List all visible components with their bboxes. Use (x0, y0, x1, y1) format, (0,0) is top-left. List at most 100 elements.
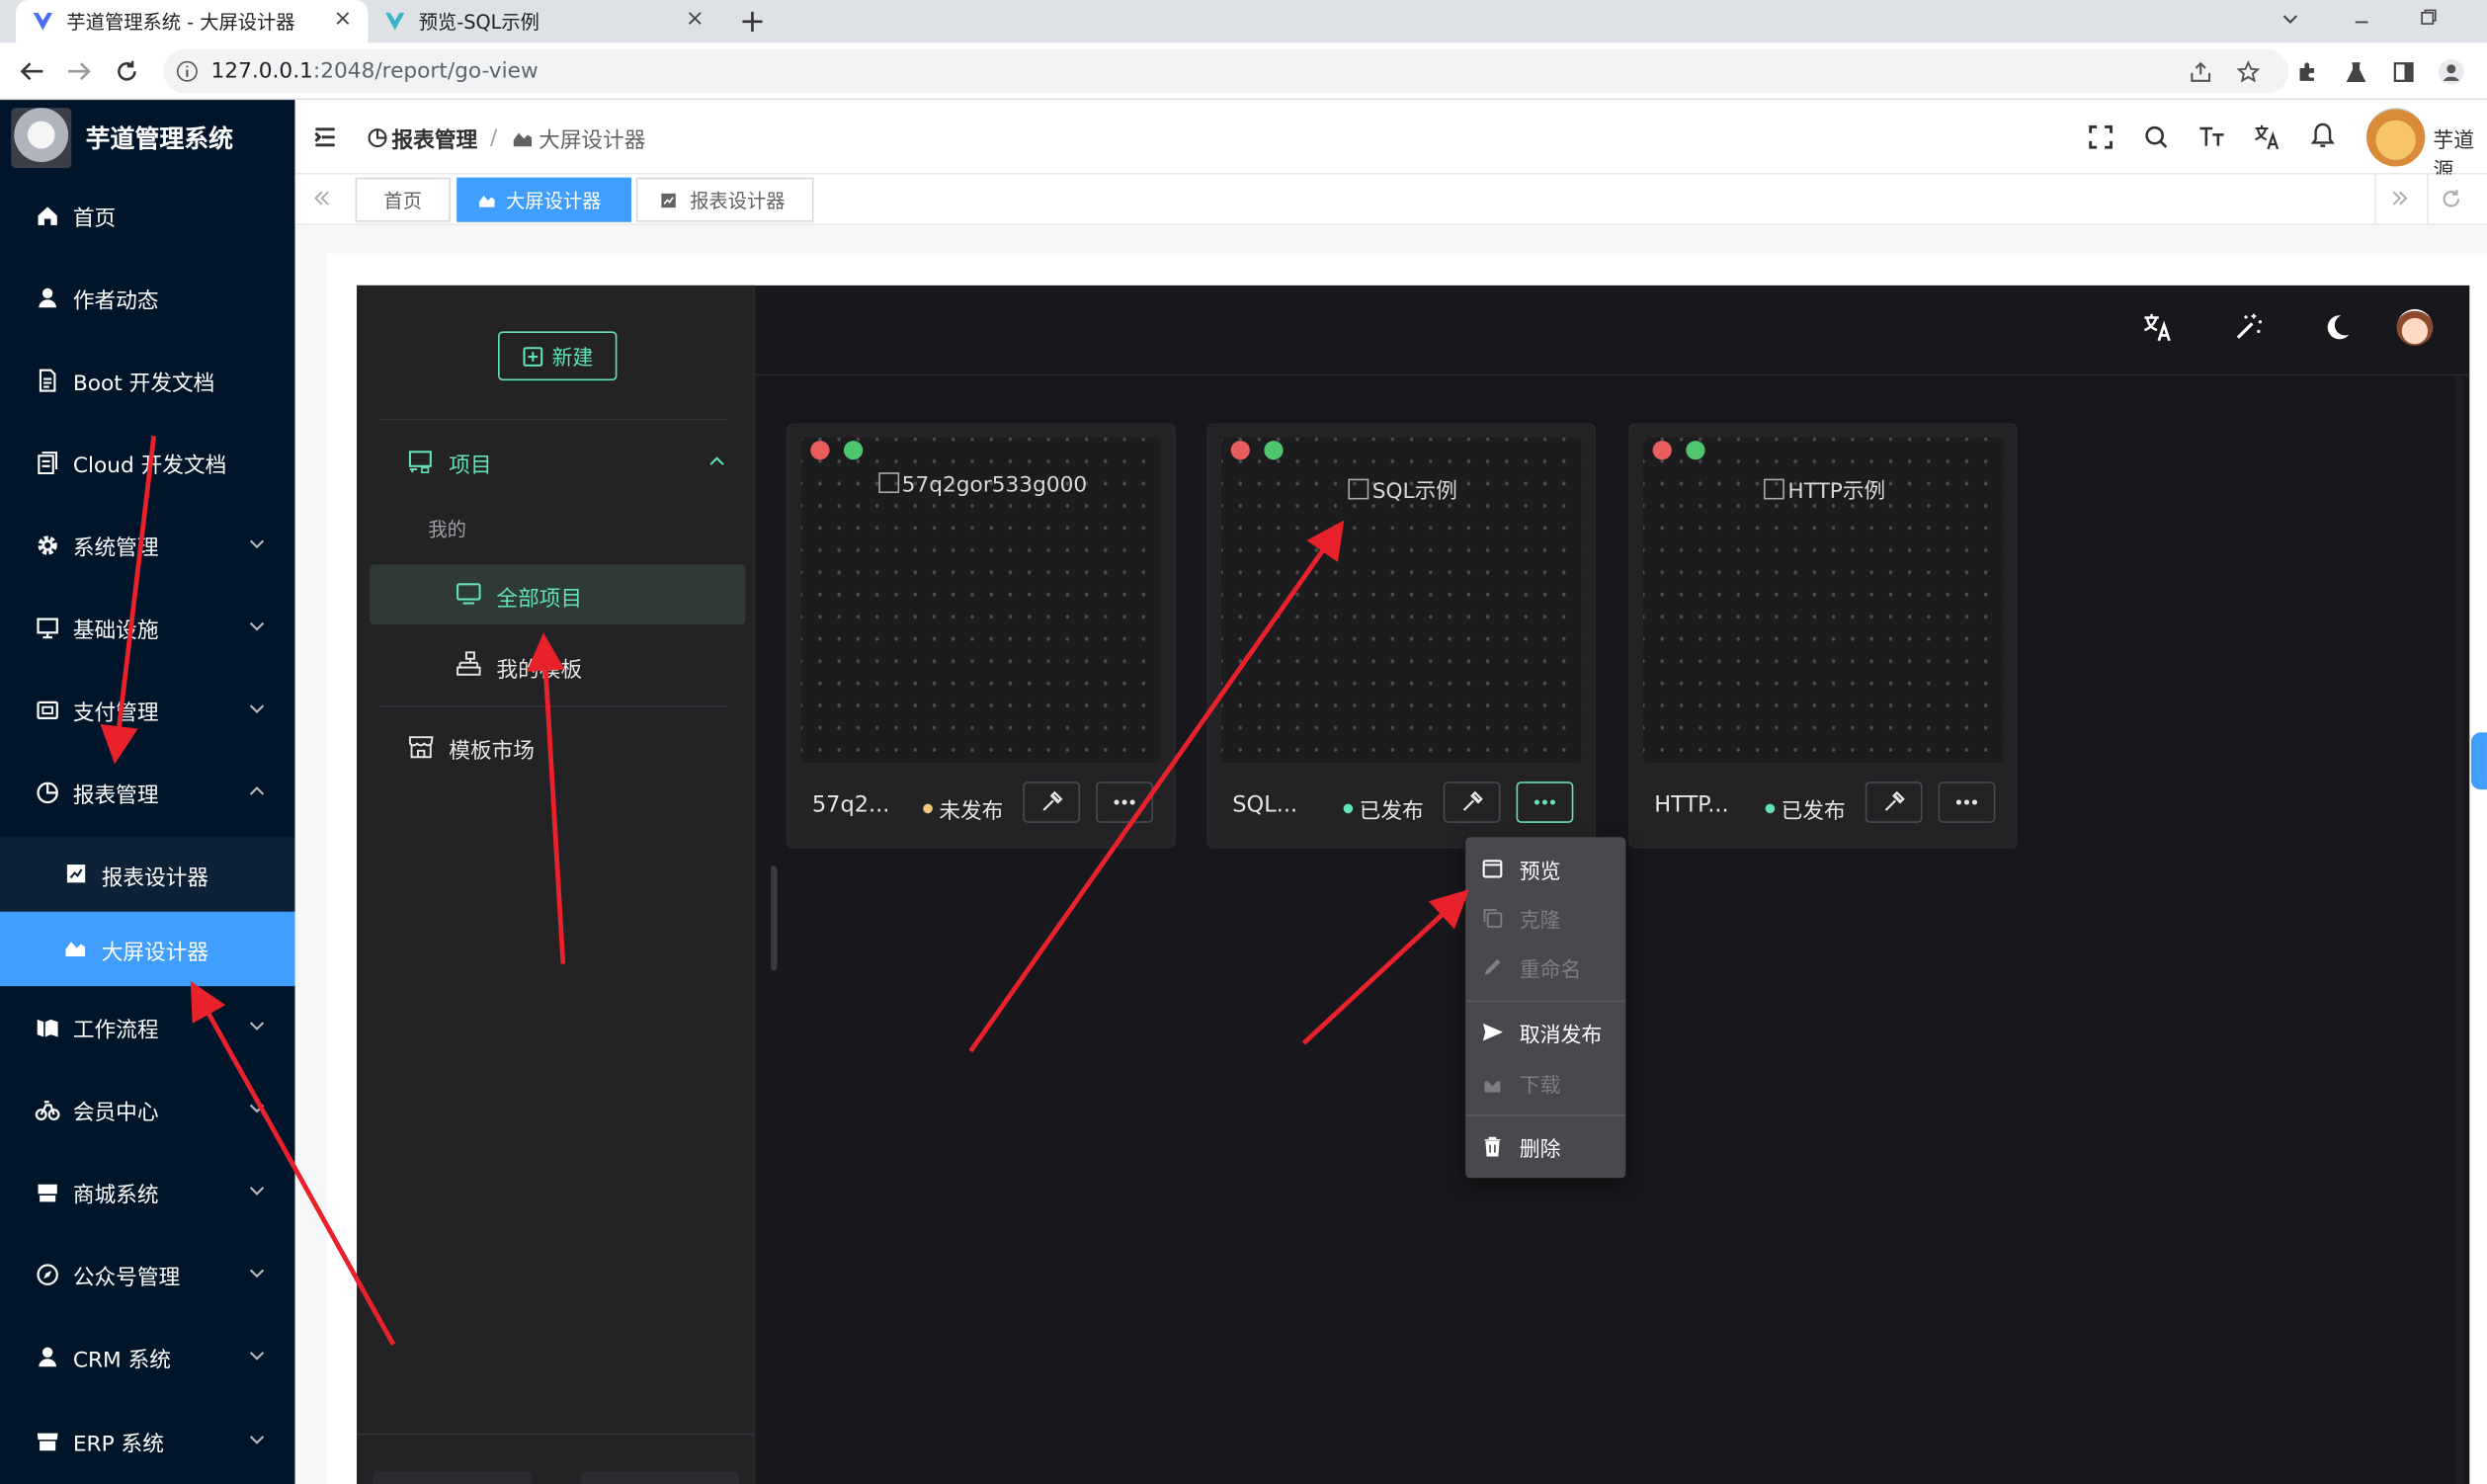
sidebar-item-author[interactable]: 作者动态 (0, 259, 295, 338)
project-card[interactable]: HTTP示例 HTTP... 已发布 (1628, 423, 2018, 849)
sidebar-item-label: Boot 开发文档 (72, 371, 215, 397)
sidebar-item-report-designer[interactable]: 报表设计器 (0, 837, 295, 912)
more-button[interactable] (1096, 782, 1153, 823)
sidebar-logo[interactable]: 芋道管理系统 (0, 100, 295, 176)
close-dot[interactable] (1652, 441, 1672, 460)
card-preview-image: 57q2gor533g000 (788, 472, 1177, 498)
breadcrumb-item[interactable]: 报表管理 (391, 123, 477, 154)
menu-item-label: 预览 (1519, 860, 1561, 884)
restore-icon[interactable] (2419, 8, 2438, 27)
edit-button[interactable] (1865, 782, 1923, 823)
menu-template-market[interactable]: 模板市场 (379, 716, 744, 777)
menu-item-clone[interactable]: 克隆 (1465, 896, 1625, 941)
sidebar-item-system[interactable]: 系统管理 (0, 506, 295, 585)
more-button[interactable] (1516, 782, 1574, 823)
edit-button[interactable] (1023, 782, 1081, 823)
sidebar-item-label: 支付管理 (72, 701, 159, 726)
menu-project-group[interactable]: 项目 (379, 431, 744, 491)
sidebar-item-label: 首页 (72, 206, 117, 232)
new-tab-button[interactable]: + (739, 2, 766, 41)
sidebar-item-cloud-docs[interactable]: Cloud 开发文档 (0, 423, 295, 502)
sidebar-item-infra[interactable]: 基础设施 (0, 588, 295, 667)
menu-item-download[interactable]: 下载 (1465, 1061, 1625, 1106)
sidebar-collapse-handle[interactable] (771, 866, 778, 971)
sidebar-item-pay[interactable]: 支付管理 (0, 671, 295, 750)
logo-avatar (11, 108, 72, 169)
breadcrumb-item: 大屏设计器 (539, 127, 646, 154)
sidebar-item-label: 报表管理 (72, 783, 159, 809)
menu-item-rename[interactable]: 重命名 (1465, 945, 1625, 989)
forward-arrow-icon[interactable] (66, 60, 92, 82)
menu-item-delete[interactable]: 删除 (1465, 1124, 1625, 1169)
close-tab-icon[interactable]: × (334, 6, 353, 32)
close-dot[interactable] (1230, 441, 1250, 460)
sidepanel-icon[interactable] (2392, 60, 2416, 84)
member-icon (35, 1101, 60, 1121)
menu-my-templates[interactable]: 我的模板 (370, 635, 745, 696)
chevron-down-icon (249, 1104, 265, 1113)
double-chevron-right-icon[interactable] (2390, 189, 2409, 207)
browser-tab[interactable]: 预览-SQL示例 × (368, 0, 719, 42)
footer-button[interactable] (373, 1471, 532, 1484)
sidebar-item-label: 商城系统 (72, 1183, 159, 1208)
sidebar-item-member[interactable]: 会员中心 (0, 1070, 295, 1149)
share-icon[interactable] (2189, 60, 2212, 84)
project-card[interactable]: SQL示例 SQL... 已发布 (1206, 423, 1596, 849)
menu-fold-icon[interactable] (314, 126, 336, 147)
new-project-button[interactable]: 新建 (498, 331, 618, 381)
minimize-icon[interactable] (2353, 13, 2371, 32)
moon-icon[interactable] (2322, 312, 2352, 342)
tag-home[interactable]: 首页 (355, 177, 451, 222)
tag-screen-designer[interactable]: 大屏设计器 (456, 177, 631, 222)
profile-icon[interactable] (2438, 58, 2464, 85)
tag-report-designer[interactable]: 报表设计器 (635, 177, 814, 222)
edit-button[interactable] (1443, 782, 1501, 823)
sidebar-item-label: 会员中心 (72, 1100, 159, 1126)
side-drawer-handle[interactable] (2470, 732, 2487, 790)
scrollbar-track[interactable] (2454, 376, 2463, 1484)
info-icon[interactable] (176, 60, 198, 82)
status-label: 已发布 (1359, 798, 1424, 825)
search-icon[interactable] (2144, 125, 2168, 149)
sidebar-item-workflow[interactable]: 工作流程 (0, 988, 295, 1067)
footer-button[interactable] (580, 1471, 740, 1484)
refresh-icon[interactable] (2441, 189, 2461, 209)
maximize-dot[interactable] (1686, 441, 1705, 460)
close-tab-icon[interactable]: × (686, 6, 705, 32)
user-avatar[interactable] (2365, 108, 2426, 167)
menu-all-projects[interactable]: 全部项目 (370, 564, 746, 625)
browser-tab-active[interactable]: 芋道管理系统 - 大屏设计器 × (16, 0, 369, 43)
user-avatar[interactable] (2396, 308, 2434, 346)
area-chart-icon (513, 131, 532, 146)
bookmark-star-icon[interactable] (2236, 60, 2261, 84)
sidebar-item-crm[interactable]: CRM 系统 (0, 1318, 295, 1397)
address-bar[interactable]: 127.0.0.1:2048/report/go-view (163, 48, 2289, 94)
back-arrow-icon[interactable] (19, 60, 44, 82)
sidebar-item-boot-docs[interactable]: Boot 开发文档 (0, 341, 295, 420)
menu-item-unpublish[interactable]: 取消发布 (1465, 1010, 1625, 1054)
sidebar-item-home[interactable]: 首页 (0, 176, 295, 255)
reload-icon[interactable] (115, 58, 140, 84)
bell-icon[interactable] (2310, 123, 2335, 149)
project-card[interactable]: 57q2gor533g000 57q2... 未发布 (787, 423, 1177, 849)
more-button[interactable] (1938, 782, 1996, 823)
menu-item-preview[interactable]: 预览 (1465, 847, 1625, 891)
sidebar-item-mall[interactable]: 商城系统 (0, 1153, 295, 1232)
flask-icon[interactable] (2344, 60, 2367, 84)
fullscreen-icon[interactable] (2089, 124, 2113, 149)
sidebar-item-report[interactable]: 报表管理 (0, 753, 295, 832)
sidebar-item-mp[interactable]: 公众号管理 (0, 1235, 295, 1314)
maximize-dot[interactable] (843, 441, 864, 460)
chevron-down-icon[interactable] (2280, 10, 2299, 29)
double-chevron-left-icon[interactable] (312, 189, 331, 207)
close-dot[interactable] (810, 441, 830, 460)
font-size-icon[interactable] (2198, 125, 2225, 149)
sidebar-item-screen-designer[interactable]: 大屏设计器 (0, 911, 295, 987)
magic-wand-icon[interactable] (2233, 312, 2263, 342)
extensions-icon[interactable] (2295, 60, 2319, 84)
translate-icon[interactable] (2143, 312, 2173, 342)
maximize-dot[interactable] (1264, 441, 1284, 460)
sidebar-item-erp[interactable]: ERP 系统 (0, 1402, 295, 1481)
translate-icon[interactable] (2254, 124, 2280, 150)
card-title: 57q2... (811, 792, 890, 819)
